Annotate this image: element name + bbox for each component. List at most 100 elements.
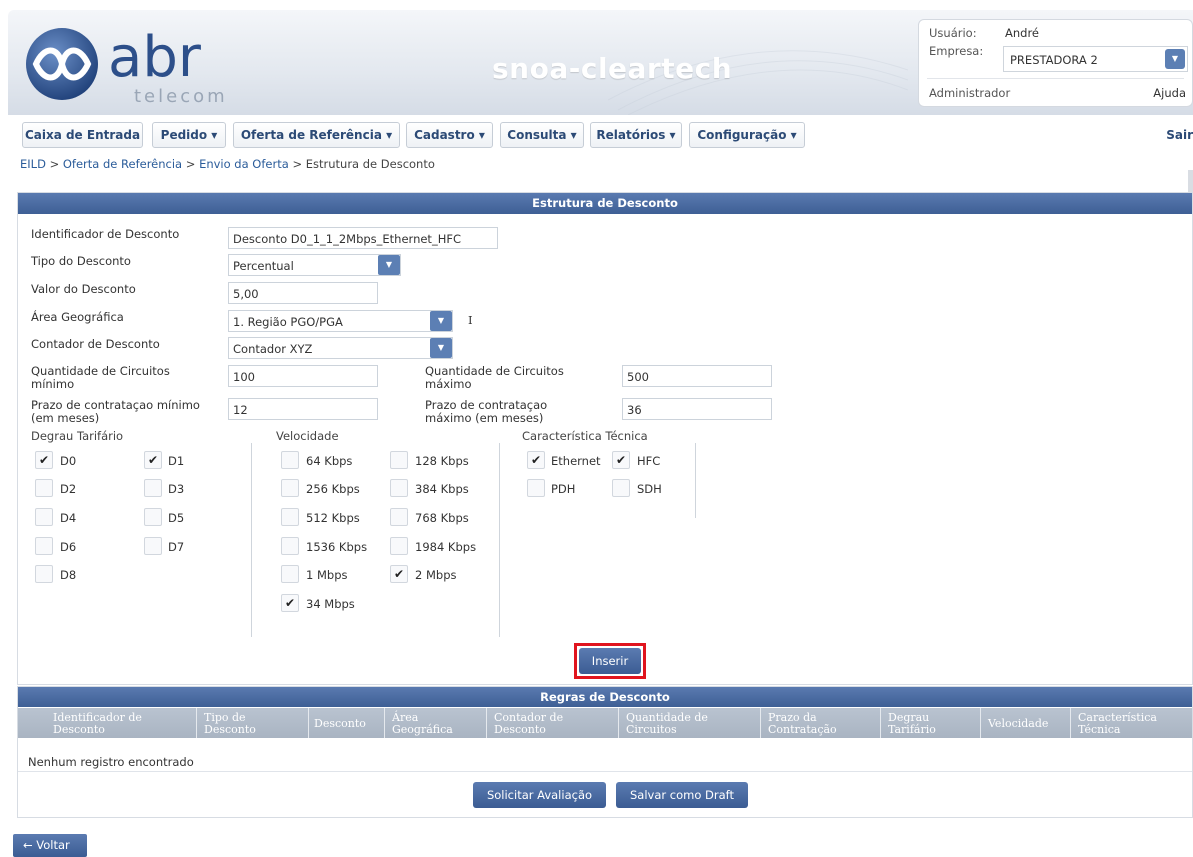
- term-max-input[interactable]: 36: [622, 398, 772, 420]
- column-header[interactable]: Tipo de Desconto: [204, 712, 256, 736]
- breadcrumb-envio[interactable]: Envio da Oferta: [199, 157, 289, 171]
- column-header[interactable]: Desconto: [314, 718, 366, 730]
- checkbox-34mbps[interactable]: ✔: [281, 594, 299, 612]
- request-evaluation-button[interactable]: Solicitar Avaliação: [473, 782, 606, 808]
- back-button[interactable]: ← Voltar: [13, 834, 87, 857]
- checkbox-1mbps[interactable]: [281, 565, 299, 583]
- checkbox-384kbps[interactable]: [390, 479, 408, 497]
- discount-value-input[interactable]: 5,00: [228, 282, 378, 304]
- term-min-input[interactable]: 12: [228, 398, 378, 420]
- geo-area-select[interactable]: 1. Região PGO/PGA ▼: [228, 310, 453, 332]
- logo-icon: abr telecom: [26, 25, 228, 107]
- counter-select[interactable]: Contador XYZ ▼: [228, 337, 453, 359]
- abr-telecom-logo[interactable]: abr telecom: [22, 25, 232, 107]
- tech-group-label: Característica Técnica: [522, 429, 648, 443]
- column-header-line: Técnica: [1078, 723, 1121, 736]
- qty-min-input[interactable]: 100: [228, 365, 378, 387]
- checkbox-d4[interactable]: [35, 508, 53, 526]
- checkbox-d0[interactable]: ✔: [35, 451, 53, 469]
- chevron-down-icon[interactable]: ▼: [378, 255, 400, 275]
- discount-rules-table: Regras de Desconto Identificador de Desco…: [17, 686, 1193, 818]
- company-value: PRESTADORA 2: [1010, 53, 1098, 67]
- table-header: Identificador de Desconto Tipo de Desconto…: [18, 708, 1192, 738]
- discount-id-input[interactable]: Desconto D0_1_1_2Mbps_Ethernet_HFC: [228, 227, 498, 249]
- checkbox-d7[interactable]: [144, 537, 162, 555]
- chevron-down-icon[interactable]: ▼: [430, 338, 452, 358]
- insert-highlight: Inserir: [574, 643, 646, 679]
- logo-subtext: telecom: [134, 86, 228, 106]
- column-header[interactable]: Identificador de Desconto: [53, 712, 142, 736]
- checkbox-ethernet[interactable]: ✔: [527, 451, 545, 469]
- main-menu: Caixa de Entrada Pedido ▾ Oferta de Refe…: [8, 118, 1193, 152]
- breadcrumb-oferta[interactable]: Oferta de Referência: [63, 157, 182, 171]
- checkbox-128kbps[interactable]: [390, 451, 408, 469]
- checkbox-label: 1 Mbps: [306, 568, 348, 582]
- column-header-line: Desconto: [494, 723, 546, 736]
- checkbox-d6[interactable]: [35, 537, 53, 555]
- column-header[interactable]: Área Geográfica: [392, 712, 453, 736]
- column-header[interactable]: Prazo da Contratação: [768, 712, 837, 736]
- qty-max-label-line2: máximo: [425, 377, 472, 391]
- chevron-down-icon[interactable]: ▼: [1165, 49, 1185, 69]
- term-max-label: Prazo de contrataçao máximo (em meses): [425, 399, 547, 425]
- menu-pedido[interactable]: Pedido ▾: [152, 122, 226, 148]
- column-header[interactable]: Característica Técnica: [1078, 712, 1157, 736]
- checkbox-label: D4: [60, 511, 77, 525]
- checkbox-64kbps[interactable]: [281, 451, 299, 469]
- checkbox-d8[interactable]: [35, 565, 53, 583]
- column-header[interactable]: Quantidade de Circuitos: [626, 712, 708, 736]
- checkbox-512kbps[interactable]: [281, 508, 299, 526]
- column-separator: [980, 708, 981, 738]
- tier-group-label: Degrau Tarifário: [31, 429, 124, 443]
- rules-title: Regras de Desconto: [18, 687, 1192, 707]
- menu-inbox[interactable]: Caixa de Entrada: [22, 122, 143, 148]
- menu-configuracao[interactable]: Configuração ▾: [689, 122, 805, 148]
- checkbox-1536kbps[interactable]: [281, 537, 299, 555]
- checkbox-d5[interactable]: [144, 508, 162, 526]
- help-link[interactable]: Ajuda: [1153, 86, 1186, 100]
- checkbox-label: D3: [168, 482, 185, 496]
- checkbox-label: 34 Mbps: [306, 597, 355, 611]
- breadcrumb: EILD > Oferta de Referência > Envio da O…: [20, 157, 435, 171]
- insert-button[interactable]: Inserir: [579, 648, 641, 674]
- checkbox-sdh[interactable]: [612, 479, 630, 497]
- chevron-down-icon[interactable]: ▼: [430, 311, 452, 331]
- menu-oferta-referencia[interactable]: Oferta de Referência ▾: [233, 122, 400, 148]
- column-separator: [618, 708, 619, 738]
- checkbox-d3[interactable]: [144, 479, 162, 497]
- menu-cadastro[interactable]: Cadastro ▾: [406, 122, 493, 148]
- geo-area-value: 1. Região PGO/PGA: [233, 315, 343, 329]
- column-separator: [384, 708, 385, 738]
- column-header[interactable]: Degrau Tarifário: [888, 712, 936, 736]
- column-header[interactable]: Contador de Desconto: [494, 712, 563, 736]
- checkbox-label: D7: [168, 540, 185, 554]
- discount-type-select[interactable]: Percentual ▼: [228, 254, 401, 276]
- checkbox-label: 512 Kbps: [306, 511, 360, 525]
- checkbox-d1[interactable]: ✔: [144, 451, 162, 469]
- checkbox-d2[interactable]: [35, 479, 53, 497]
- checkbox-768kbps[interactable]: [390, 508, 408, 526]
- divider: [927, 78, 1184, 79]
- checkbox-label: 2 Mbps: [415, 568, 457, 582]
- logout-link[interactable]: Sair: [1166, 128, 1193, 142]
- check-icon: ✔: [393, 567, 405, 581]
- check-icon: ✔: [530, 453, 542, 467]
- qty-max-input[interactable]: 500: [622, 365, 772, 387]
- save-draft-button[interactable]: Salvar como Draft: [616, 782, 748, 808]
- menu-relatorios[interactable]: Relatórios ▾: [590, 122, 682, 148]
- menu-consulta[interactable]: Consulta ▾: [500, 122, 584, 148]
- column-separator: [486, 708, 487, 738]
- checkbox-hfc[interactable]: ✔: [612, 451, 630, 469]
- checkbox-pdh[interactable]: [527, 479, 545, 497]
- checkbox-label: D5: [168, 511, 185, 525]
- breadcrumb-eild[interactable]: EILD: [20, 157, 46, 171]
- qty-max-label: Quantidade de Circuitos máximo: [425, 365, 564, 391]
- user-name: André: [1005, 26, 1040, 40]
- checkbox-1984kbps[interactable]: [390, 537, 408, 555]
- checkbox-2mbps[interactable]: ✔: [390, 565, 408, 583]
- column-header-line: Geográfica: [392, 723, 453, 736]
- column-header[interactable]: Velocidade: [988, 718, 1048, 730]
- checkbox-label: 768 Kbps: [415, 511, 469, 525]
- checkbox-256kbps[interactable]: [281, 479, 299, 497]
- company-select[interactable]: PRESTADORA 2 ▼: [1003, 46, 1188, 72]
